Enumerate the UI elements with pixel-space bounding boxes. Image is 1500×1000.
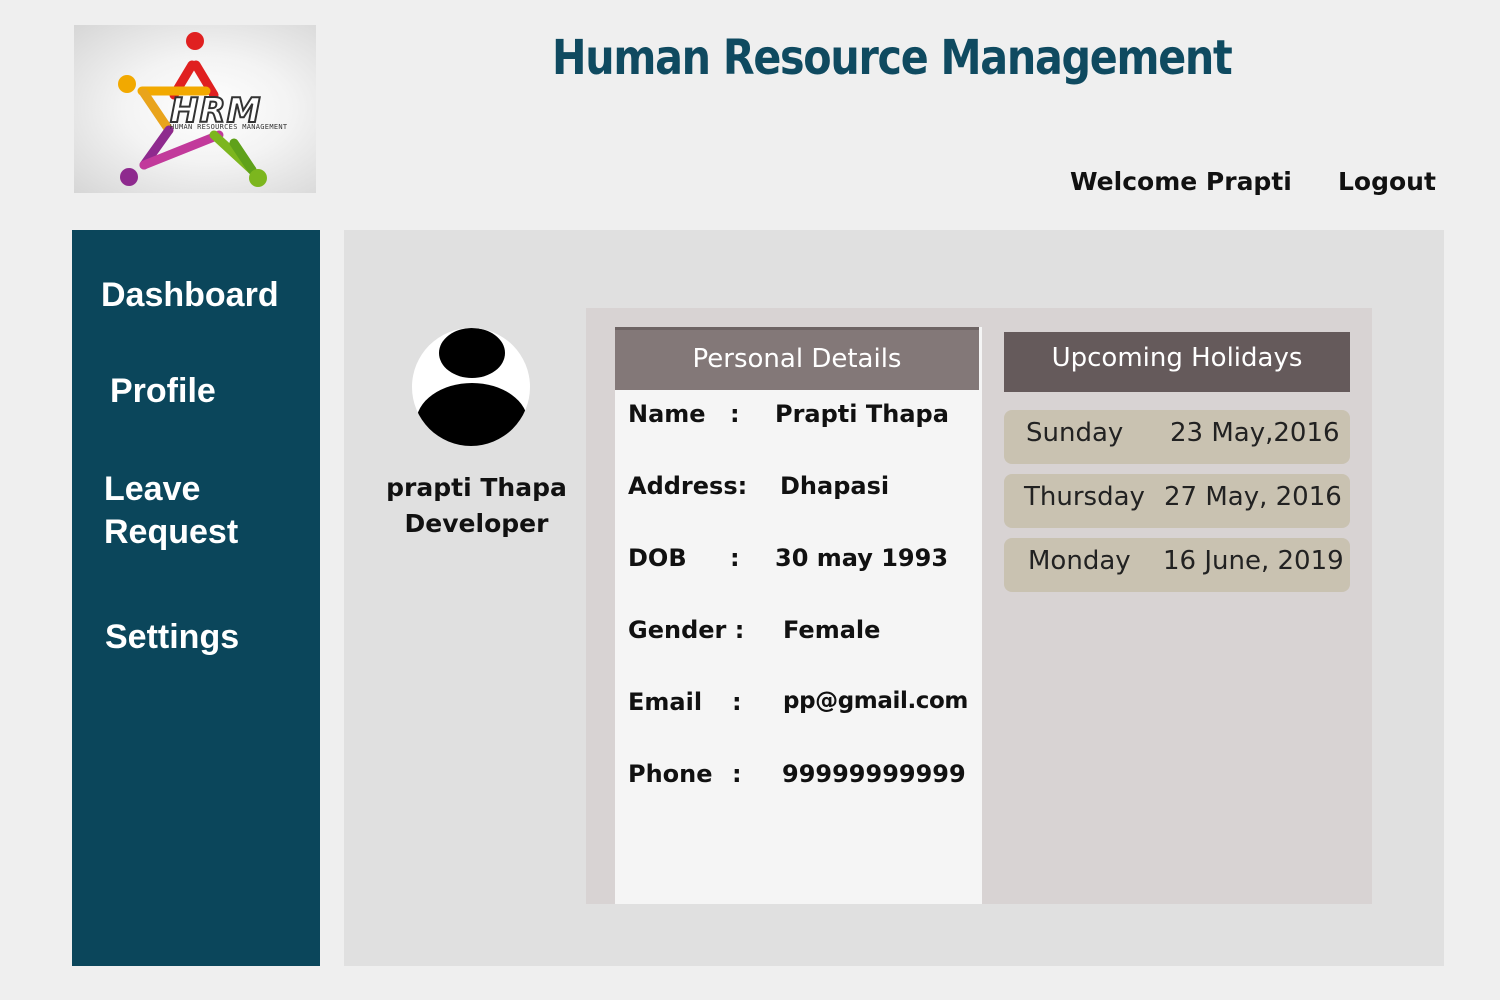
holiday-row: Sunday 23 May,2016 [1004, 410, 1350, 464]
field-label-email: Email [628, 688, 703, 716]
holiday-date: 16 June, 2019 [1163, 546, 1344, 576]
holiday-day: Thursday [1024, 482, 1145, 512]
hrm-logo: HRM HUMAN RESOURCES MANAGEMENT [74, 25, 316, 193]
user-avatar-icon [410, 327, 532, 447]
field-value-name: Prapti Thapa [775, 400, 949, 428]
holiday-day: Monday [1028, 546, 1131, 576]
field-label-address: Address: [628, 472, 748, 500]
app-title: Human Resource Management [552, 30, 1233, 86]
field-label-phone: Phone [628, 760, 713, 788]
field-label-dob: DOB [628, 544, 687, 572]
upcoming-holidays-header: Upcoming Holidays [1004, 332, 1350, 392]
field-sep-email: : [732, 688, 742, 716]
field-label-name: Name [628, 400, 706, 428]
holiday-row: Monday 16 June, 2019 [1004, 538, 1350, 592]
sidebar-item-dashboard[interactable]: Dashboard [101, 274, 279, 317]
welcome-text: Welcome Prapti [1070, 167, 1292, 196]
field-value-phone: 99999999999 [782, 760, 966, 788]
sidebar-item-profile[interactable]: Profile [110, 370, 216, 413]
holiday-date: 23 May,2016 [1170, 418, 1340, 448]
field-value-gender: Female [783, 616, 881, 644]
holiday-day: Sunday [1026, 418, 1124, 448]
holiday-row: Thursday 27 May, 2016 [1004, 474, 1350, 528]
logo-subtext: HUMAN RESOURCES MANAGEMENT [170, 123, 288, 131]
field-label-gender: Gender : [628, 616, 745, 644]
sidebar-item-leave-request[interactable]: Leave Request [104, 468, 304, 554]
field-value-email: pp@gmail.com [783, 688, 968, 714]
profile-role: Developer [404, 509, 549, 538]
field-sep-phone: : [732, 760, 742, 788]
field-sep-dob: : [730, 544, 740, 572]
field-sep-name: : [730, 400, 740, 428]
logout-link[interactable]: Logout [1338, 167, 1436, 196]
sidebar: Dashboard Profile Leave Request Settings [72, 230, 320, 966]
profile-summary: prapti Thapa Developer [374, 470, 579, 542]
holiday-date: 27 May, 2016 [1164, 482, 1342, 512]
field-value-dob: 30 may 1993 [775, 544, 949, 572]
personal-details-header: Personal Details [615, 327, 979, 390]
sidebar-item-settings[interactable]: Settings [105, 616, 239, 659]
profile-name: prapti Thapa [386, 473, 567, 502]
field-value-address: Dhapasi [780, 472, 890, 500]
